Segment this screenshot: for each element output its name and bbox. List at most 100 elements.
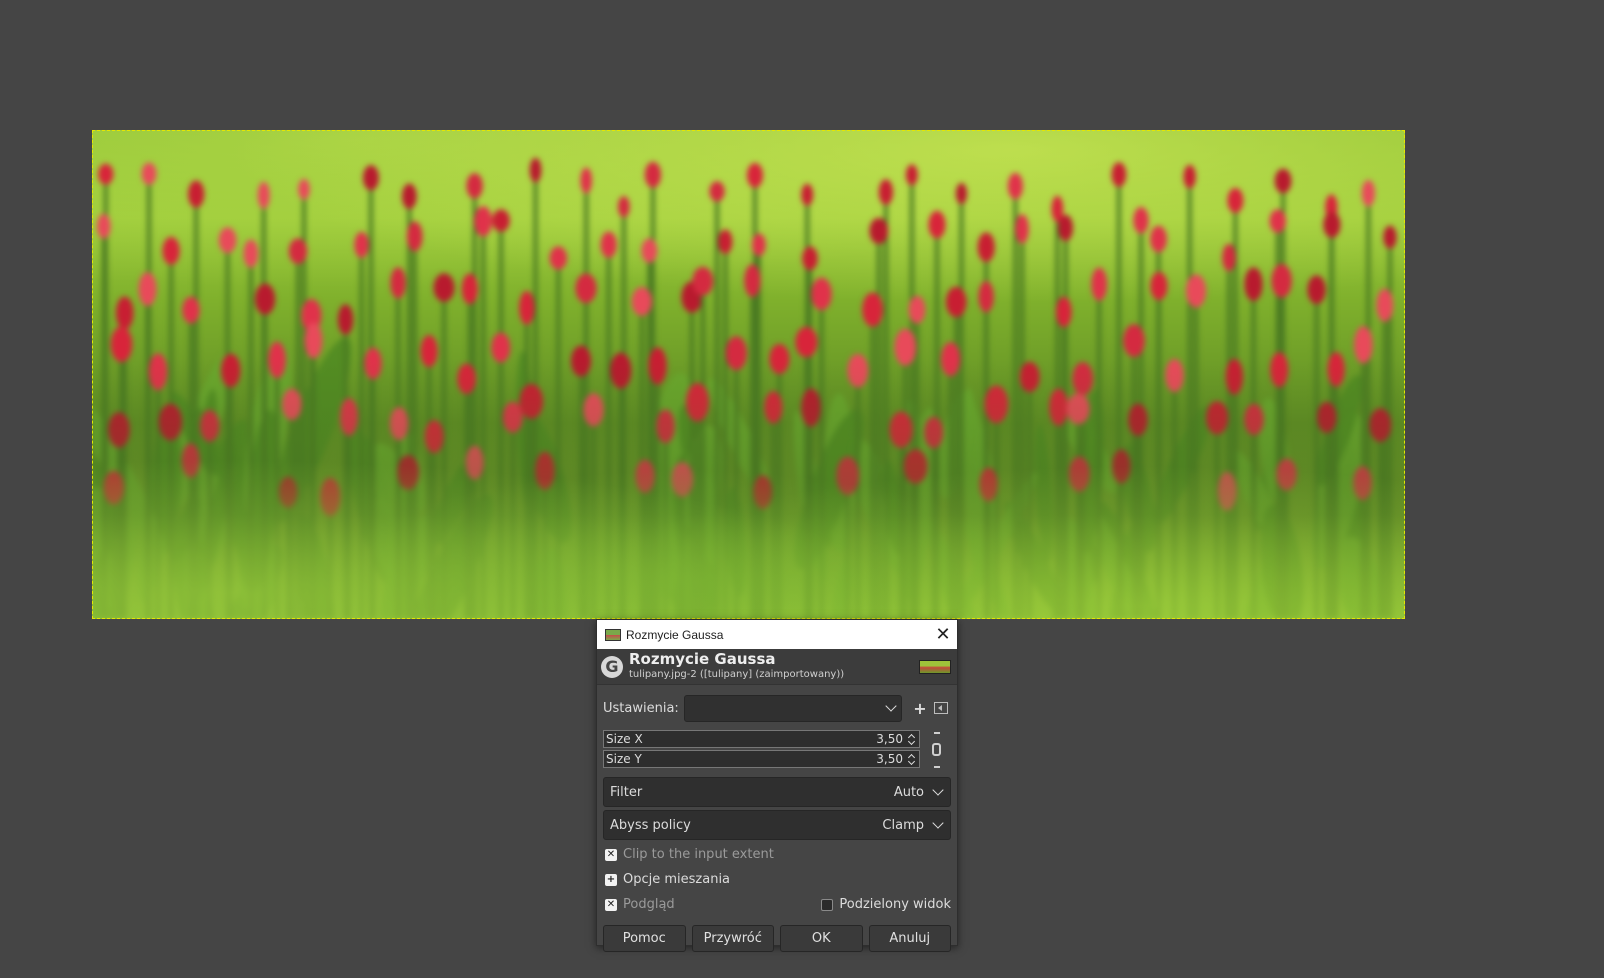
clip-label: Clip to the input extent	[623, 847, 774, 862]
tulip-bloom	[141, 162, 157, 185]
tulip-bloom	[600, 231, 617, 258]
dialog-buttons: Pomoc Przywróć OK Anuluj	[603, 925, 951, 952]
tulip-bloom	[474, 206, 493, 237]
canvas-image[interactable]	[92, 130, 1405, 619]
abyss-value: Clamp	[882, 817, 924, 833]
tulip-bloom	[243, 239, 259, 268]
tulip-bloom	[529, 157, 542, 183]
preview-label: Podgląd	[623, 897, 675, 912]
tulip-bloom	[1185, 274, 1207, 308]
tulip-bloom	[709, 181, 725, 202]
tulip-bloom	[1015, 214, 1029, 244]
tulip-bloom	[718, 229, 733, 254]
close-icon[interactable]: ✕	[929, 620, 957, 649]
blend-expander-icon[interactable]: +	[605, 873, 617, 886]
ok-button[interactable]: OK	[780, 925, 863, 952]
tulip-bloom	[1354, 326, 1373, 364]
tulip-bloom	[519, 291, 535, 325]
size-y-spinscale[interactable]: Size Y 3,50	[603, 750, 920, 768]
tulip-bloom	[1323, 211, 1341, 238]
gaussian-blur-dialog: Rozmycie Gaussa ✕ G Rozmycie Gaussa tuli…	[596, 619, 958, 952]
tulip-bloom	[115, 296, 134, 330]
tulip-bloom	[298, 179, 310, 200]
clip-check-mark[interactable]: ✕	[605, 848, 617, 861]
tulip-bloom	[928, 210, 946, 239]
cancel-button[interactable]: Anuluj	[868, 925, 951, 952]
chain-icon[interactable]	[930, 732, 944, 768]
tulip-bloom	[1058, 214, 1074, 242]
tulip-bloom	[811, 277, 832, 311]
tulip-bloom	[1271, 263, 1292, 298]
tulip-bloom	[1274, 168, 1292, 194]
tulip-bloom	[1056, 296, 1072, 328]
image-thumbnail	[919, 659, 951, 674]
tulip-bloom	[945, 286, 967, 318]
spin-arrows-icon[interactable]	[905, 752, 919, 766]
spin-arrows-icon[interactable]	[905, 732, 919, 746]
filter-value: Auto	[893, 784, 924, 800]
tulip-bloom	[862, 292, 883, 327]
tulip-bloom	[1150, 271, 1168, 301]
tulip-bloom	[98, 163, 114, 185]
header-subtitle: tulipany.jpg-2 ([tulipany] (zaimportowan…	[629, 669, 845, 680]
tulip-bloom	[1269, 209, 1286, 233]
tulip-bloom	[908, 295, 926, 324]
split-view-checkbox[interactable]	[821, 898, 834, 911]
tulip-bloom	[1150, 225, 1167, 253]
leaves-overlay	[92, 359, 1405, 619]
tulip-bloom	[304, 322, 323, 359]
tulip-bloom	[1111, 162, 1127, 187]
tulip-bloom	[1244, 267, 1263, 302]
clip-extent-checkbox[interactable]: ✕ Clip to the input extent	[603, 842, 951, 867]
preview-checkbox[interactable]: ✕	[605, 898, 617, 911]
tulip-bloom	[1361, 179, 1376, 207]
tulip-bloom	[255, 283, 276, 315]
tulip-bloom	[641, 238, 658, 263]
abyss-label: Abyss policy	[610, 817, 691, 833]
tulip-bloom	[1091, 267, 1107, 301]
size-group: Size X 3,50 Size Y 3,50	[603, 730, 951, 772]
tulip-bloom	[461, 273, 478, 305]
add-icon[interactable]: +	[910, 699, 930, 718]
size-y-label: Size Y	[606, 752, 642, 766]
tulip-bloom	[580, 167, 593, 194]
dialog-titlebar[interactable]: Rozmycie Gaussa ✕	[597, 620, 957, 649]
tulip-bloom	[617, 196, 630, 218]
filter-combo[interactable]: Filter Auto	[603, 777, 951, 807]
tulip-bloom	[406, 221, 423, 252]
tulip-bloom	[96, 213, 111, 239]
blend-options-expander[interactable]: + Opcje mieszania	[603, 867, 951, 892]
presets-combo[interactable]	[684, 694, 902, 722]
chevron-down-icon	[932, 817, 944, 829]
tulip-bloom	[1227, 187, 1244, 214]
tulip-bloom	[905, 164, 918, 186]
tulip-bloom	[978, 281, 994, 313]
split-view-label: Podzielony widok	[839, 897, 951, 912]
tulip-bloom	[218, 227, 237, 254]
filter-label: Filter	[610, 784, 643, 800]
header-title: Rozmycie Gaussa	[629, 650, 776, 668]
chevron-down-icon	[885, 700, 897, 712]
tulip-bloom	[977, 232, 995, 263]
image-icon	[605, 628, 621, 641]
tulip-bloom	[1376, 288, 1394, 322]
tulip-bloom	[1307, 275, 1326, 305]
tulip-bloom	[138, 272, 157, 306]
size-x-value[interactable]: 3,50	[867, 732, 905, 746]
size-y-value[interactable]: 3,50	[867, 752, 905, 766]
size-x-spinscale[interactable]: Size X 3,50	[603, 730, 920, 748]
tulip-bloom	[433, 273, 455, 302]
window-title: Rozmycie Gaussa	[626, 627, 724, 642]
reset-button[interactable]: Przywróć	[691, 925, 774, 952]
tulip-bloom	[746, 162, 764, 188]
size-x-label: Size X	[606, 732, 643, 746]
tulip-bloom	[492, 209, 510, 232]
tulip-bloom	[257, 181, 270, 209]
tulip-bloom	[110, 326, 133, 363]
tulip-bloom	[801, 183, 814, 206]
abyss-policy-combo[interactable]: Abyss policy Clamp	[603, 810, 951, 840]
tulip-bloom	[802, 246, 818, 271]
menu-left-icon[interactable]	[934, 702, 948, 714]
presets-row: Ustawienia: +	[603, 693, 951, 723]
help-button[interactable]: Pomoc	[603, 925, 686, 952]
